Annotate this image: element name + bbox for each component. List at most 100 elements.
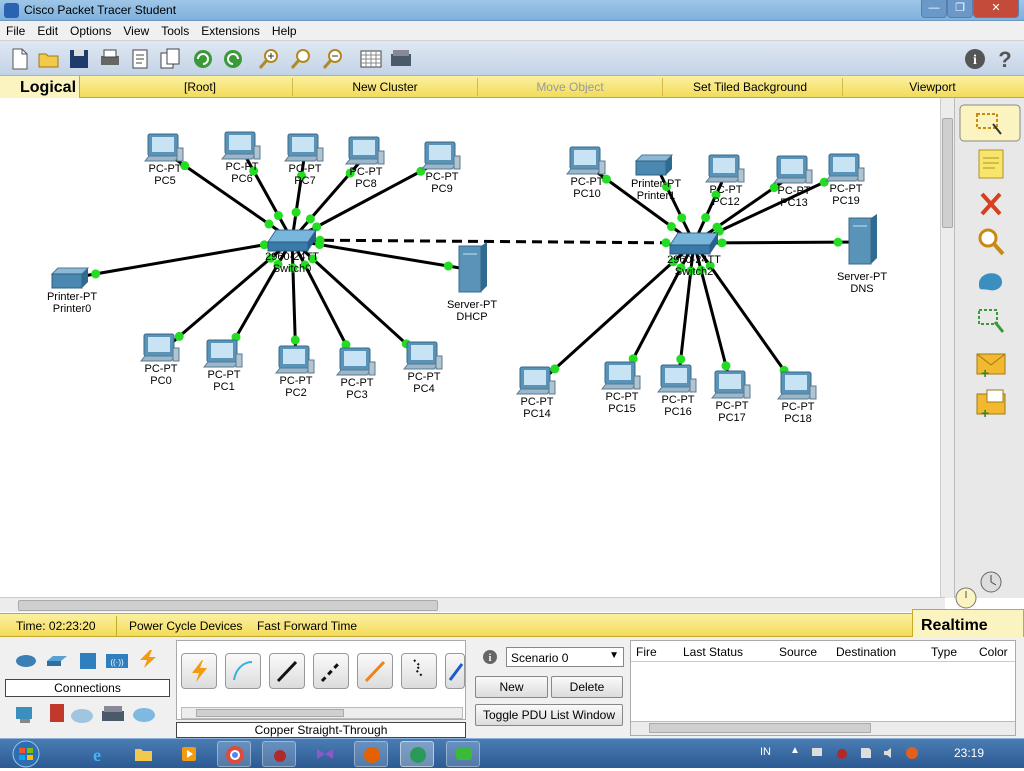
connection-scrollbar[interactable] (181, 707, 463, 719)
scenario-info-icon[interactable]: i (482, 649, 498, 665)
wireless-category-icon[interactable]: ((·)) (105, 651, 129, 671)
internet-explorer-icon[interactable]: e (80, 741, 114, 767)
power-cycle-devices-button[interactable]: Power Cycle Devices (129, 619, 242, 633)
chat-app-icon[interactable] (446, 741, 480, 767)
input-language-indicator[interactable]: IN (760, 746, 771, 758)
device-pc15[interactable]: PC-PTPC15 (600, 361, 641, 415)
help-icon[interactable]: ? (992, 46, 1018, 72)
media-player-icon[interactable] (172, 741, 206, 767)
redo-icon[interactable] (220, 46, 246, 72)
console-connection-button[interactable] (225, 653, 261, 689)
device-pc6[interactable]: PC-PTPC6 (220, 131, 261, 185)
device-pc3[interactable]: PC-PTPC3 (335, 347, 376, 401)
delete-scenario-button[interactable]: Delete (551, 676, 623, 698)
device-pc12[interactable]: PC-PTPC12 (704, 154, 745, 208)
realtime-clock-icon[interactable] (977, 570, 1005, 594)
inspect-icon[interactable] (973, 226, 1009, 258)
coaxial-connection-button[interactable] (445, 653, 465, 689)
draw-shape-icon[interactable] (973, 264, 1009, 296)
move-object-button[interactable]: Move Object (480, 80, 660, 94)
automatic-connection-button[interactable] (181, 653, 217, 689)
copper-cross-over-button[interactable] (313, 653, 349, 689)
action-center-icon[interactable] (858, 745, 874, 761)
multiuser-connection-icon[interactable] (132, 705, 156, 725)
horizontal-scrollbar[interactable] (0, 597, 945, 612)
volume-icon[interactable] (882, 745, 898, 761)
menu-extensions[interactable]: Extensions (195, 21, 266, 38)
device-dns[interactable]: Server-PTDNS (837, 214, 887, 295)
column-header-type[interactable]: Type (931, 645, 957, 659)
realtime-tab[interactable]: Realtime (912, 587, 1024, 637)
routers-category-icon[interactable] (14, 651, 38, 671)
delete-icon[interactable] (973, 188, 1009, 220)
network-tray-icon[interactable] (810, 745, 826, 761)
device-pc10[interactable]: PC-PTPC10 (565, 146, 606, 200)
tray-shield-icon[interactable] (904, 745, 920, 761)
fast-forward-time-button[interactable]: Fast Forward Time (257, 619, 357, 633)
activity-wizard-icon[interactable] (127, 46, 153, 72)
device-pc9[interactable]: PC-PTPC9 (420, 141, 461, 195)
end-devices-icon[interactable] (14, 705, 38, 725)
menu-edit[interactable]: Edit (31, 21, 64, 38)
device-pc8[interactable]: PC-PTPC8 (344, 136, 385, 190)
column-header-destination[interactable]: Destination (836, 645, 896, 659)
device-pc1[interactable]: PC-PTPC1 (202, 339, 243, 393)
device-pc14[interactable]: PC-PTPC14 (515, 366, 556, 420)
resize-shape-icon[interactable] (973, 304, 1009, 336)
device-pc4[interactable]: PC-PTPC4 (402, 341, 443, 395)
device-switch2[interactable]: 2960-24TTSwitch2 (667, 232, 721, 278)
logical-workspace-canvas[interactable]: 2960-24TT Switch0 2960-24TT Switch2 PC-PT PC5… (0, 98, 940, 598)
hubs-category-icon[interactable] (76, 651, 100, 671)
tray-expand-icon[interactable]: ▲ (790, 745, 800, 756)
save-icon[interactable] (66, 46, 92, 72)
chrome-icon[interactable] (217, 741, 251, 767)
link-switch0-printer0[interactable] (71, 238, 293, 280)
packet-tracer-taskbar-icon[interactable] (400, 741, 434, 767)
menu-help[interactable]: Help (266, 21, 303, 38)
new-cluster-button[interactable]: New Cluster (295, 80, 475, 94)
start-button-icon[interactable] (6, 740, 46, 768)
custom-devices-icon[interactable] (101, 703, 125, 723)
custom-device-icon[interactable] (388, 46, 414, 72)
info-icon[interactable]: i (962, 46, 988, 72)
menu-file[interactable]: File (0, 21, 31, 38)
device-pc13[interactable]: PC-PTPC13 (772, 155, 813, 209)
logical-tab[interactable]: Logical (0, 76, 80, 98)
toggle-pdu-list-button[interactable]: Toggle PDU List Window (475, 704, 623, 726)
connections-category-icon[interactable] (136, 649, 160, 669)
root-link[interactable]: [Root] (110, 80, 290, 94)
scenario-select[interactable]: Scenario 0 ▼ (506, 647, 624, 667)
zoom-reset-icon[interactable] (288, 46, 314, 72)
connection-scroll-thumb[interactable] (196, 709, 344, 717)
zoom-out-icon[interactable] (320, 46, 346, 72)
copper-straight-through-button[interactable] (269, 653, 305, 689)
device-printer1[interactable]: Printer-PTPrinter1 (631, 154, 681, 202)
vertical-scroll-thumb[interactable] (942, 118, 953, 228)
tray-app-icon[interactable] (834, 745, 850, 761)
zoom-in-icon[interactable] (256, 46, 282, 72)
undo-icon[interactable] (190, 46, 216, 72)
minimize-button[interactable]: — (921, 0, 947, 18)
visual-studio-icon[interactable] (308, 741, 342, 767)
menu-tools[interactable]: Tools (155, 21, 195, 38)
column-header-fire[interactable]: Fire (636, 645, 657, 659)
pdu-list-scrollbar[interactable] (631, 721, 1015, 735)
add-simple-pdu-icon[interactable]: + (973, 348, 1009, 380)
open-folder-icon[interactable] (36, 46, 62, 72)
device-dhcp[interactable]: Server-PTDHCP (447, 242, 497, 323)
phone-connection-button[interactable] (401, 653, 437, 689)
palette-icon[interactable] (358, 46, 384, 72)
horizontal-scroll-thumb[interactable] (18, 600, 438, 611)
menu-options[interactable]: Options (64, 21, 117, 38)
link-switch0-switch2[interactable] (291, 238, 695, 245)
security-icon[interactable] (45, 703, 69, 723)
vertical-scrollbar[interactable] (940, 98, 954, 598)
device-pc2[interactable]: PC-PTPC2 (274, 345, 315, 399)
switches-category-icon[interactable] (45, 651, 69, 671)
copy-icon[interactable] (157, 46, 183, 72)
print-icon[interactable] (97, 46, 123, 72)
viewport-button[interactable]: Viewport (845, 80, 1020, 94)
fiber-connection-button[interactable] (357, 653, 393, 689)
device-pc19[interactable]: PC-PTPC19 (824, 153, 865, 207)
select-tool-icon[interactable] (959, 104, 1021, 142)
